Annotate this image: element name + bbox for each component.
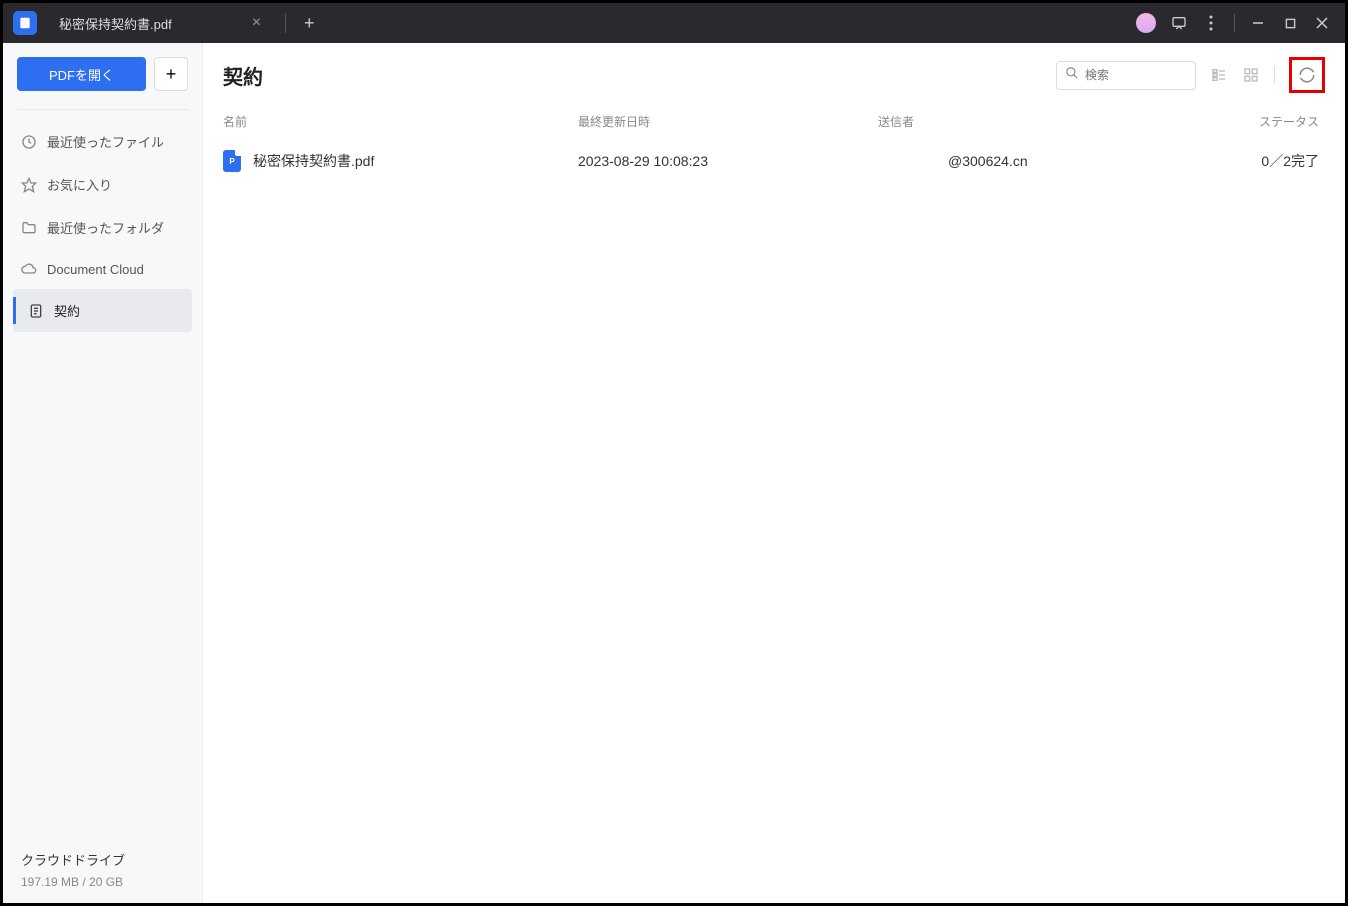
file-name: 秘密保持契約書.pdf: [253, 151, 374, 171]
document-icon: [28, 303, 44, 319]
titlebar: 秘密保持契約書.pdf × +: [3, 3, 1345, 43]
divider: [17, 109, 188, 110]
tab-title: 秘密保持契約書.pdf: [59, 14, 172, 33]
sidebar-item-label: Document Cloud: [47, 262, 144, 277]
sidebar-item-label: お気に入り: [47, 175, 112, 194]
sidebar-item-document-cloud[interactable]: Document Cloud: [3, 249, 202, 289]
sidebar-item-recent-files[interactable]: 最近使ったファイル: [3, 120, 202, 163]
refresh-icon: [1298, 66, 1316, 84]
titlebar-controls: [1136, 13, 1345, 33]
maximize-button[interactable]: [1281, 14, 1299, 32]
sidebar-item-label: 契約: [54, 301, 80, 320]
document-tab[interactable]: 秘密保持契約書.pdf ×: [45, 3, 275, 43]
user-avatar-icon[interactable]: [1136, 13, 1156, 33]
file-sender: @300624.cn: [878, 153, 1198, 169]
tab-separator: [285, 13, 286, 33]
star-icon: [21, 177, 37, 193]
app-icon: [13, 11, 37, 35]
file-date: 2023-08-29 10:08:23: [578, 153, 878, 169]
new-tab-button[interactable]: +: [296, 13, 323, 34]
file-status: 0／2完了: [1198, 151, 1325, 171]
column-status: ステータス: [1198, 113, 1325, 130]
grid-view-icon[interactable]: [1242, 66, 1260, 84]
page-title: 契約: [223, 61, 263, 90]
sidebar-item-label: 最近使ったフォルダ: [47, 218, 164, 237]
storage-usage: 197.19 MB / 20 GB: [21, 875, 184, 889]
sidebar-item-recent-folders[interactable]: 最近使ったフォルダ: [3, 206, 202, 249]
column-name: 名前: [223, 113, 578, 130]
sidebar-item-label: 最近使ったファイル: [47, 132, 164, 151]
search-box[interactable]: [1056, 61, 1196, 90]
close-button[interactable]: [1313, 14, 1331, 32]
list-view-icon[interactable]: [1210, 66, 1228, 84]
search-icon: [1065, 66, 1079, 85]
folder-icon: [21, 220, 37, 236]
separator: [1274, 66, 1275, 84]
table-row[interactable]: P 秘密保持契約書.pdf 2023-08-29 10:08:23 @30062…: [223, 140, 1325, 182]
sidebar-item-contracts[interactable]: 契約: [13, 289, 192, 332]
refresh-button-highlighted[interactable]: [1289, 57, 1325, 93]
minimize-button[interactable]: [1249, 14, 1267, 32]
column-date: 最終更新日時: [578, 113, 878, 130]
column-sender: 送信者: [878, 113, 1198, 130]
cloud-icon: [21, 261, 37, 277]
cloud-drive-label: クラウドドライブ: [21, 850, 184, 869]
chat-icon[interactable]: [1170, 14, 1188, 32]
more-menu-icon[interactable]: [1202, 14, 1220, 32]
tab-close-icon[interactable]: ×: [252, 14, 261, 32]
sidebar-item-favorites[interactable]: お気に入り: [3, 163, 202, 206]
search-input[interactable]: [1085, 68, 1187, 82]
sidebar: PDFを開く + 最近使ったファイル お気に入り 最近使ったフォルダ: [3, 43, 203, 903]
open-pdf-button[interactable]: PDFを開く: [17, 57, 146, 91]
table-header: 名前 最終更新日時 送信者 ステータス: [223, 105, 1325, 140]
main-content: 契約 名前: [203, 43, 1345, 903]
pdf-file-icon: P: [223, 150, 241, 172]
clock-icon: [21, 134, 37, 150]
new-file-button[interactable]: +: [154, 57, 188, 91]
separator: [1234, 14, 1235, 32]
